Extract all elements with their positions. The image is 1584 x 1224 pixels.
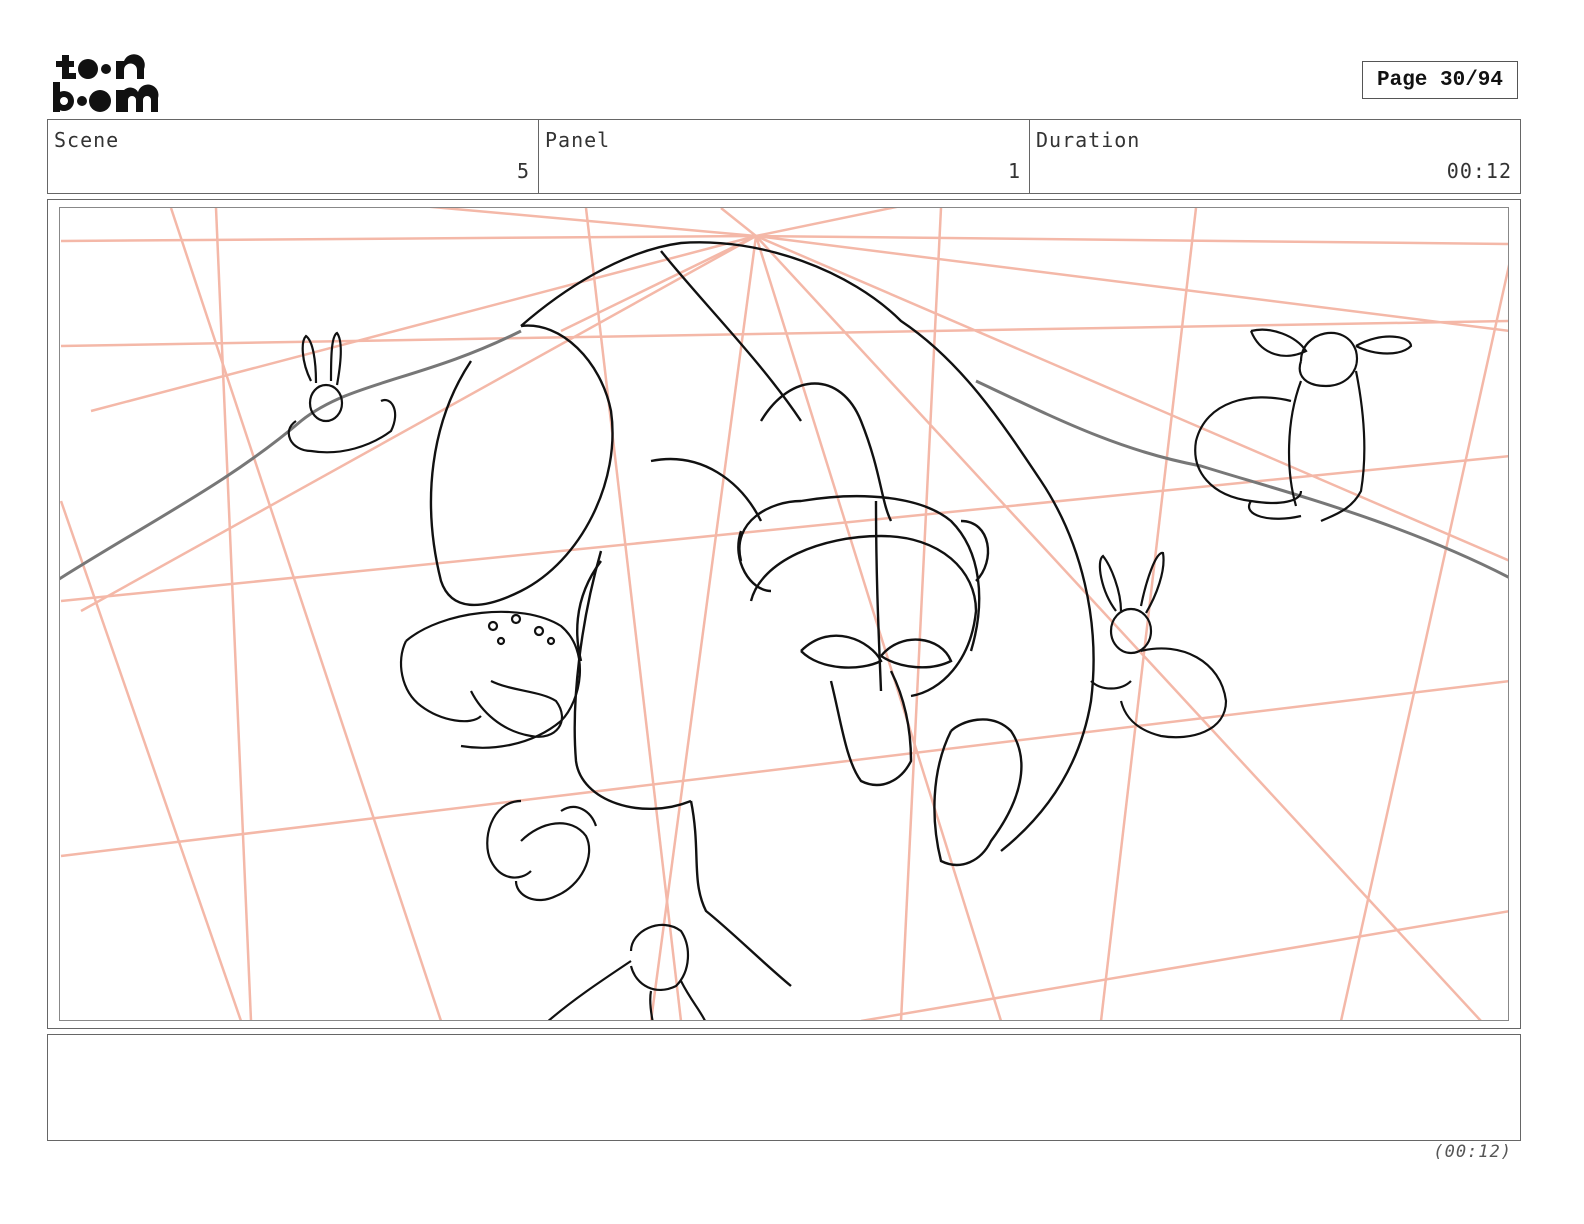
bottom-creature-sketch (547, 923, 706, 1020)
scene-value: 5 (516, 159, 530, 183)
scene-label: Scene (54, 128, 120, 152)
panel-notes (47, 1034, 1521, 1141)
panel-header: Scene 5 Panel 1 Duration 00:12 (47, 119, 1521, 194)
fawn-sketch (399, 610, 582, 749)
toon-boom-logo-icon (53, 54, 159, 112)
duration-value: 00:12 (1446, 159, 1512, 183)
panel-cell: Panel 1 (539, 120, 1030, 193)
panel-value: 1 (1007, 159, 1021, 183)
storyboard-panel-image (59, 207, 1509, 1021)
panel-label: Panel (545, 128, 611, 152)
sketch-drawing (60, 208, 1508, 1020)
rabbit-sketch-1 (287, 331, 397, 454)
duration-cell: Duration 00:12 (1030, 120, 1520, 193)
page-number: Page 30/94 (1362, 61, 1518, 99)
scene-cell: Scene 5 (48, 120, 539, 193)
footer-duration: (00:12) (1433, 1142, 1512, 1162)
toon-boom-logo (50, 52, 165, 114)
perspective-guides (60, 208, 1508, 1020)
duration-label: Duration (1036, 128, 1141, 152)
deer-sketch-1 (1194, 328, 1413, 522)
rabbit-sketch-2 (1090, 551, 1228, 739)
squirrel-sketch (486, 799, 598, 902)
